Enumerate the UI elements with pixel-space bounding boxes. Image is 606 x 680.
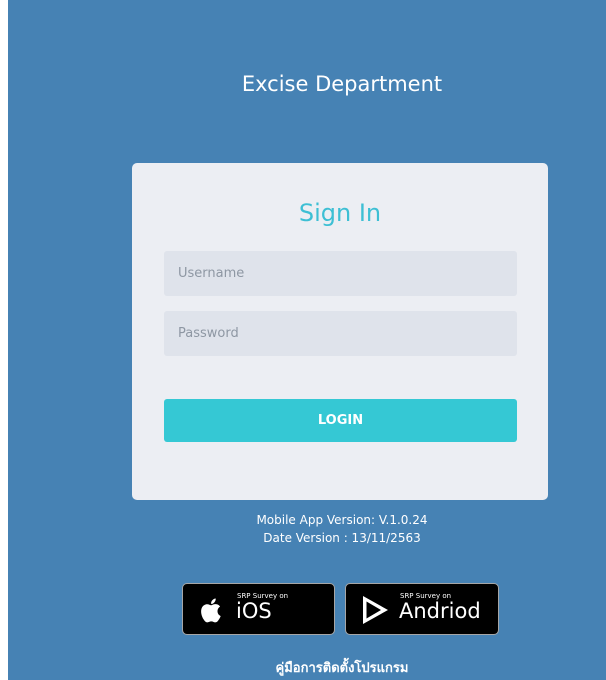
- app-version-text: Mobile App Version: V.1.0.24: [256, 513, 428, 527]
- login-card: Sign In LOGIN: [132, 163, 548, 500]
- username-field[interactable]: [164, 251, 517, 296]
- ios-store-button[interactable]: SRP Survey on iOS: [182, 583, 335, 635]
- play-icon: [363, 596, 388, 624]
- ios-store-label: iOS: [236, 599, 272, 623]
- date-version-text: Date Version : 13/11/2563: [263, 531, 421, 545]
- password-field[interactable]: [164, 311, 517, 356]
- android-store-button[interactable]: SRP Survey on Andriod: [345, 583, 499, 635]
- install-manual-link[interactable]: คู่มือการติดตั้งโปรแกรม: [8, 657, 606, 678]
- android-store-label: Andriod: [399, 599, 481, 623]
- login-page: Excise Department Sign In LOGIN Mobile A…: [8, 0, 606, 680]
- login-button[interactable]: LOGIN: [164, 399, 517, 442]
- apple-icon: [201, 598, 221, 623]
- page-title: Excise Department: [241, 72, 443, 96]
- sign-in-title: Sign In: [298, 199, 382, 227]
